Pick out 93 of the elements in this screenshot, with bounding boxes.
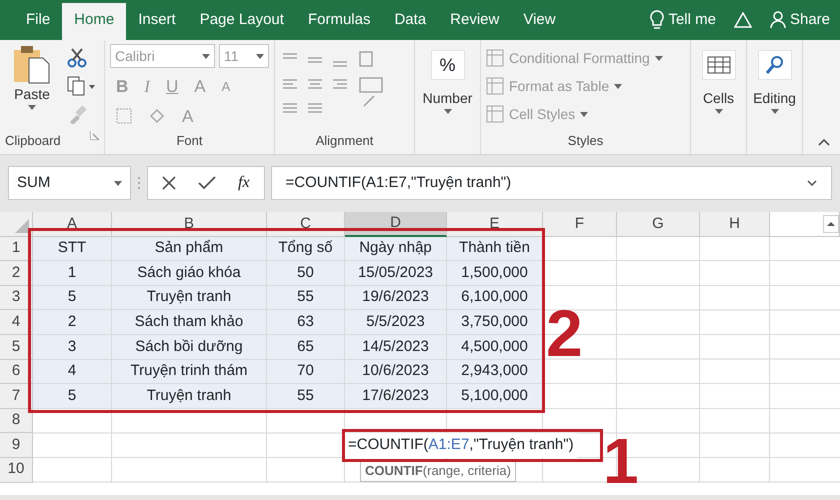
- copy-icon[interactable]: [67, 76, 95, 96]
- name-box[interactable]: SUM: [8, 166, 131, 200]
- table-cell: 4,500,000: [447, 334, 543, 360]
- row-header[interactable]: 4: [0, 310, 33, 335]
- column-header[interactable]: H: [700, 212, 770, 237]
- group-label: Styles: [566, 132, 604, 150]
- table-cell: 15/05/2023: [345, 261, 447, 286]
- select-all-icon[interactable]: [15, 218, 29, 233]
- table-cell: Truyện tranh: [112, 286, 267, 310]
- ribbon-tab[interactable]: Page Layout: [188, 2, 296, 40]
- insert-function-button[interactable]: fx: [238, 171, 250, 195]
- table-cell: 2,943,000: [447, 360, 543, 384]
- number-format-button[interactable]: Number: [422, 88, 472, 109]
- ribbon-tab[interactable]: Data: [382, 2, 438, 40]
- row-header[interactable]: 7: [0, 384, 33, 409]
- table-cell: Ngày nhập: [345, 236, 447, 262]
- caret-icon: [114, 180, 122, 186]
- editing-button[interactable]: Editing: [753, 88, 796, 109]
- grip-icon: [137, 176, 141, 190]
- scissors-icon[interactable]: [67, 48, 87, 68]
- table-cell: 3,750,000: [447, 310, 543, 335]
- clipboard-icon[interactable]: [13, 44, 51, 84]
- ribbon-tab[interactable]: File: [14, 2, 62, 40]
- caret-icon: [202, 54, 210, 58]
- table-cell: 6,100,000: [447, 286, 543, 310]
- table-cell: 19/6/2023: [345, 286, 447, 310]
- table-cell: Sách bồi dưỡng: [112, 334, 267, 360]
- column-header[interactable]: G: [617, 212, 700, 237]
- table-cell: 5,100,000: [447, 384, 543, 409]
- caret-icon: [28, 105, 36, 110]
- table-cell: 55: [267, 286, 345, 310]
- scroll-up-icon[interactable]: [823, 214, 839, 233]
- caret-icon: [654, 56, 663, 60]
- caret-icon: [580, 112, 588, 116]
- ribbon-tab[interactable]: Insert: [126, 2, 188, 40]
- group-label: Clipboard: [5, 132, 61, 150]
- table-cell: 4: [33, 360, 112, 384]
- table-cell: 55: [267, 384, 345, 409]
- caret-icon: [614, 84, 622, 88]
- percent-button[interactable]: %: [430, 50, 464, 80]
- table-cell: Truyện trinh thám: [112, 360, 267, 384]
- table-cell: 17/6/2023: [345, 384, 447, 409]
- share-button[interactable]: Share: [790, 8, 830, 31]
- table-cell: 14/5/2023: [345, 334, 447, 360]
- checkmark-icon[interactable]: [198, 176, 216, 190]
- table-cell: 5: [33, 384, 112, 409]
- table-cell: 5: [33, 286, 112, 310]
- caret-icon: [444, 109, 452, 114]
- ribbon-tab[interactable]: View: [511, 2, 568, 40]
- caret-icon: [770, 109, 778, 114]
- table-cell: 1,500,000: [447, 261, 543, 286]
- table-cell: 65: [267, 334, 345, 360]
- function-tooltip: COUNTIF(range, criteria): [360, 460, 516, 482]
- warning-icon: [734, 12, 752, 28]
- table-cell: 10/6/2023: [345, 360, 447, 384]
- cells-button[interactable]: Cells: [702, 88, 734, 109]
- person-icon: [770, 10, 786, 29]
- table-cell: Tổng số: [267, 236, 345, 262]
- table-cell: 70: [267, 360, 345, 384]
- table-cell: Truyện tranh: [112, 384, 267, 409]
- table-cell: Sách giáo khóa: [112, 261, 267, 286]
- row-header[interactable]: 8: [0, 408, 33, 434]
- close-icon[interactable]: [162, 176, 176, 190]
- table-cell: 50: [267, 261, 345, 286]
- table-cell: Sách tham khảo: [112, 310, 267, 335]
- paste-button[interactable]: Paste: [14, 84, 50, 105]
- lightbulb-icon: [650, 10, 664, 30]
- ribbon-tab[interactable]: Formulas: [296, 2, 382, 40]
- expand-icon[interactable]: [807, 180, 817, 186]
- group-label: Alignment: [314, 132, 374, 150]
- tell-me-search[interactable]: Tell me: [668, 8, 716, 31]
- ribbon-tab[interactable]: Home: [62, 2, 126, 40]
- ribbon-tab[interactable]: Review: [438, 2, 512, 40]
- launcher-icon[interactable]: [90, 130, 99, 140]
- table-cell: STT: [33, 236, 112, 262]
- table-cell: 5/5/2023: [345, 310, 447, 335]
- table-cell: 3: [33, 334, 112, 360]
- table-cell: 63: [267, 310, 345, 335]
- table-cell: Thành tiền: [447, 236, 543, 262]
- caret-icon: [256, 54, 264, 58]
- annotation-number: 2: [546, 300, 583, 366]
- group-label: Font: [175, 132, 204, 150]
- caret-icon: [714, 109, 722, 114]
- row-header[interactable]: 10: [0, 458, 33, 483]
- collapse-icon[interactable]: [818, 138, 830, 146]
- table-cell: 1: [33, 261, 112, 286]
- annotation-number: 1: [603, 429, 639, 493]
- column-header[interactable]: F: [543, 212, 617, 237]
- table-cell: 2: [33, 310, 112, 335]
- formula-text: =COUNTIF(A1:E7,"Truyện tranh"): [286, 172, 512, 193]
- table-cell: Sản phẩm: [112, 236, 267, 262]
- row-header[interactable]: 2: [0, 261, 33, 286]
- row-header[interactable]: 9: [0, 433, 33, 458]
